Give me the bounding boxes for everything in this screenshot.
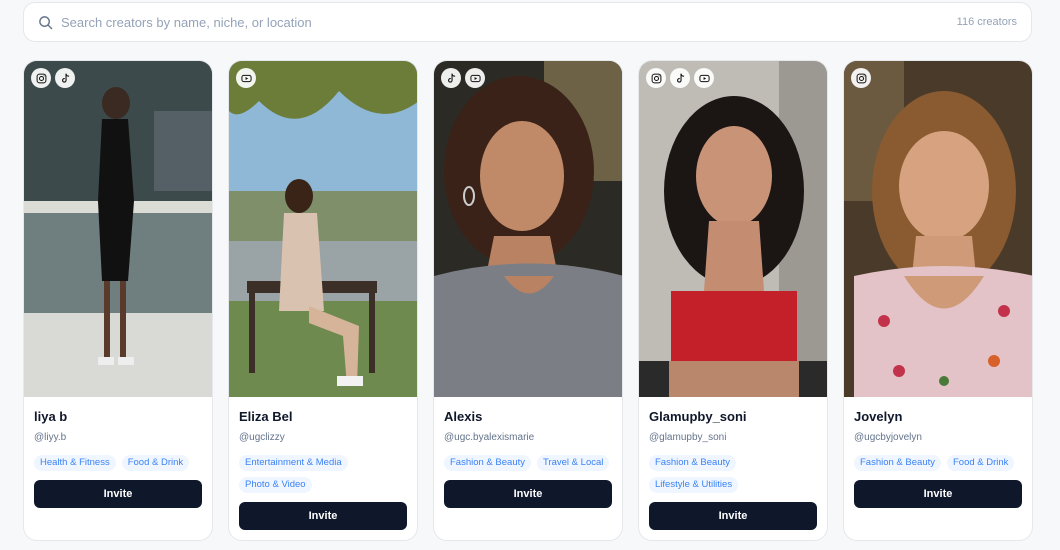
instagram-icon[interactable] xyxy=(646,68,666,88)
creator-photo[interactable] xyxy=(434,61,622,397)
niche-tag: Lifestyle & Utilities xyxy=(649,477,739,493)
creator-name: liya b xyxy=(34,409,68,424)
creator-photo[interactable] xyxy=(24,61,212,397)
creator-handle: @glamupby_soni xyxy=(649,432,727,443)
social-links xyxy=(236,68,256,88)
creator-handle: @ugc.byalexismarie xyxy=(444,432,535,443)
search-bar[interactable]: 116 creators xyxy=(23,2,1032,42)
niche-tags: Fashion & Beauty Food & Drink xyxy=(854,455,1022,471)
search-icon xyxy=(39,15,53,29)
social-links xyxy=(31,68,75,88)
instagram-icon[interactable] xyxy=(851,68,871,88)
invite-button[interactable]: Invite xyxy=(854,480,1022,508)
tiktok-icon[interactable] xyxy=(55,68,75,88)
creator-photo[interactable] xyxy=(639,61,827,397)
tiktok-icon[interactable] xyxy=(670,68,690,88)
niche-tag: Fashion & Beauty xyxy=(854,455,941,471)
social-links xyxy=(851,68,871,88)
creator-card[interactable]: Jovelyn @ugcbyjovelyn Fashion & Beauty Fo… xyxy=(843,60,1033,541)
creator-handle: @liyy.b xyxy=(34,432,67,443)
youtube-icon[interactable] xyxy=(694,68,714,88)
invite-button[interactable]: Invite xyxy=(444,480,612,508)
creator-card[interactable]: Eliza Bel @ugclizzy Entertainment & Medi… xyxy=(228,60,418,541)
youtube-icon[interactable] xyxy=(465,68,485,88)
niche-tags: Fashion & Beauty Lifestyle & Utilities xyxy=(649,455,817,493)
creator-card[interactable]: liya b @liyy.b Health & Fitness Food & Dr… xyxy=(23,60,213,541)
creator-name: Jovelyn xyxy=(854,409,903,424)
creator-name: Alexis xyxy=(444,409,483,424)
creator-card[interactable]: Glamupby_soni @glamupby_soni Fashion & B… xyxy=(638,60,828,541)
creator-count: 116 creators xyxy=(956,16,1017,28)
creator-name: Glamupby_soni xyxy=(649,409,747,424)
invite-button[interactable]: Invite xyxy=(239,502,407,530)
niche-tag: Photo & Video xyxy=(239,477,312,493)
niche-tag: Travel & Local xyxy=(537,455,610,471)
niche-tag: Fashion & Beauty xyxy=(649,455,736,471)
niche-tag: Food & Drink xyxy=(947,455,1015,471)
niche-tag: Food & Drink xyxy=(121,455,190,471)
search-input[interactable] xyxy=(61,14,957,30)
niche-tags: Health & Fitness Food & Drink xyxy=(34,455,202,471)
youtube-icon[interactable] xyxy=(236,68,256,88)
instagram-icon[interactable] xyxy=(31,68,51,88)
creator-handle: @ugclizzy xyxy=(239,432,285,443)
creator-name: Eliza Bel xyxy=(239,409,293,424)
creator-grid: liya b @liyy.b Health & Fitness Food & Dr… xyxy=(23,60,1033,541)
creator-handle: @ugcbyjovelyn xyxy=(854,432,922,443)
invite-button[interactable]: Invite xyxy=(649,502,817,530)
creator-photo[interactable] xyxy=(229,61,417,397)
niche-tag: Health & Fitness xyxy=(34,455,116,471)
niche-tags: Entertainment & Media Photo & Video xyxy=(239,455,407,493)
tiktok-icon[interactable] xyxy=(441,68,461,88)
creator-photo[interactable] xyxy=(844,61,1032,397)
social-links xyxy=(441,68,485,88)
niche-tags: Fashion & Beauty Travel & Local xyxy=(444,455,612,471)
invite-button[interactable]: Invite xyxy=(34,480,202,508)
social-links xyxy=(646,68,714,88)
creator-card[interactable]: Alexis @ugc.byalexismarie Fashion & Beau… xyxy=(433,60,623,541)
niche-tag: Entertainment & Media xyxy=(239,455,348,471)
niche-tag: Fashion & Beauty xyxy=(444,455,531,471)
